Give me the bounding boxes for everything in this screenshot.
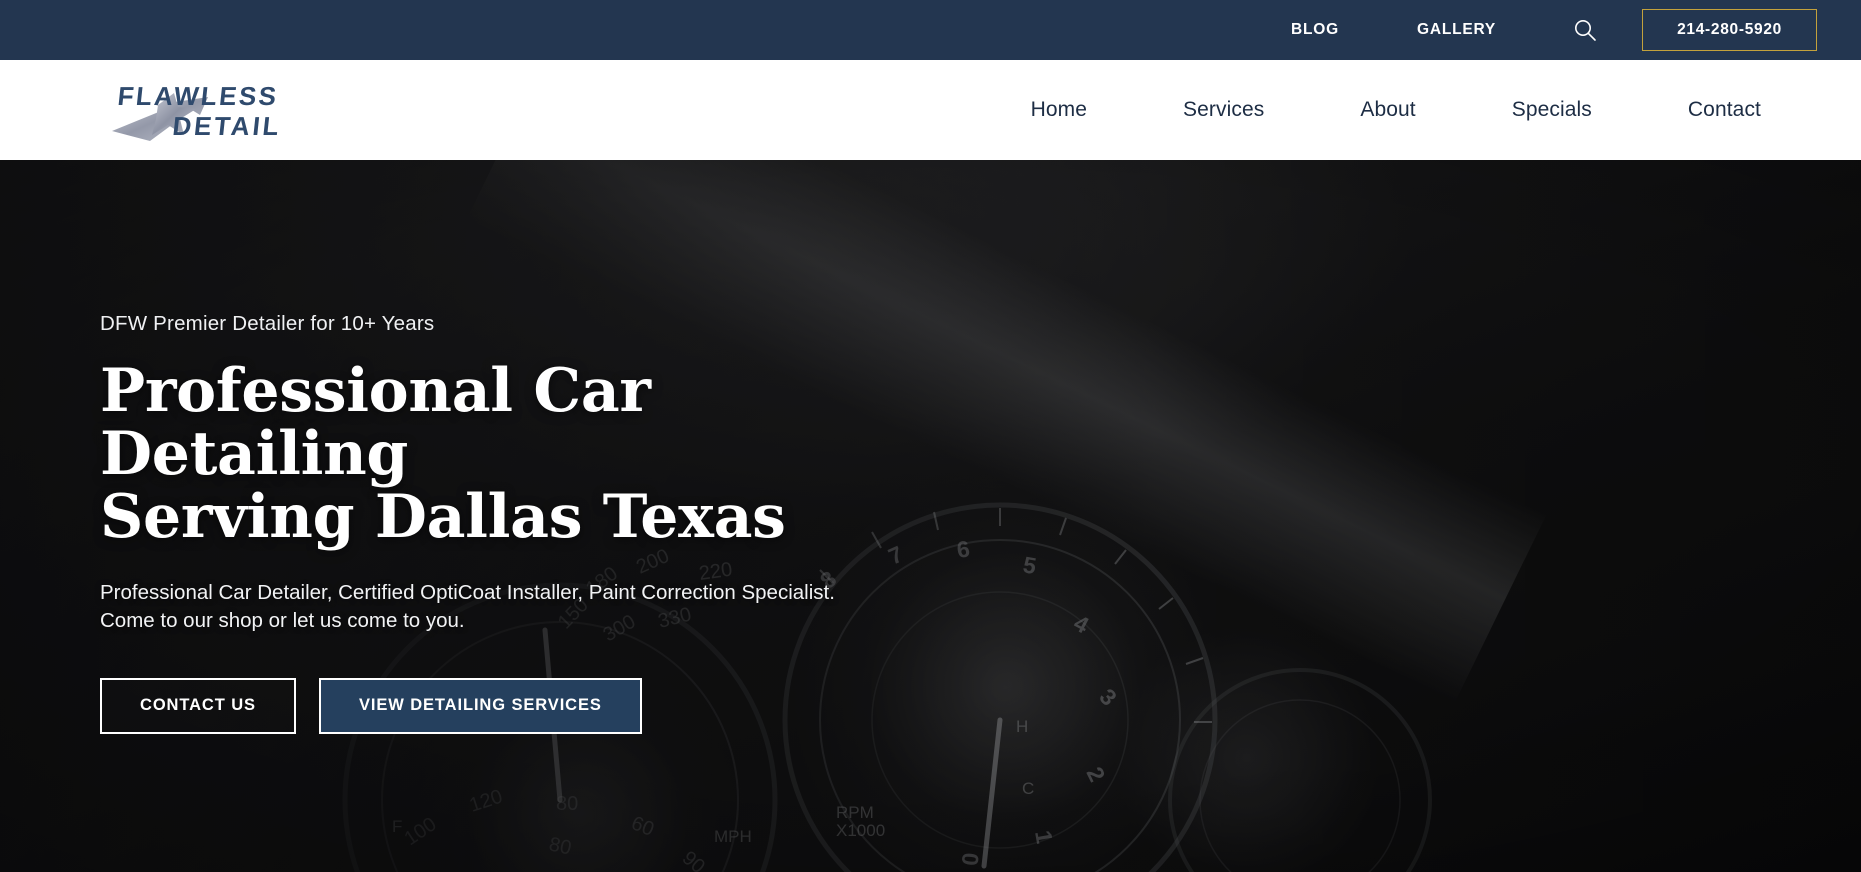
nav-item-about[interactable]: About — [1312, 98, 1463, 122]
star-swoosh-icon: FLAWLESS DETAIL — [104, 75, 334, 145]
search-button[interactable] — [1572, 17, 1598, 43]
hero-title-line-1: Professional Car Detailing — [100, 356, 651, 489]
hero-title: Professional Car Detailing Serving Dalla… — [100, 360, 900, 549]
search-icon — [1572, 17, 1598, 43]
site-header: FLAWLESS DETAIL Home Services About Spec… — [0, 60, 1861, 160]
nav-item-services[interactable]: Services — [1135, 98, 1312, 122]
logo-link[interactable]: FLAWLESS DETAIL — [104, 75, 334, 145]
hero-section: 8 7 6 5 4 3 2 1 0 100 120 80 60 90 150 1… — [0, 160, 1861, 872]
nav-item-home[interactable]: Home — [983, 98, 1135, 122]
main-navigation: Home Services About Specials Contact — [983, 98, 1813, 122]
hero-content: DFW Premier Detailer for 10+ Years Profe… — [0, 160, 900, 734]
svg-text:FLAWLESS: FLAWLESS — [116, 81, 280, 111]
hero-eyebrow: DFW Premier Detailer for 10+ Years — [100, 312, 435, 335]
nav-item-specials[interactable]: Specials — [1464, 98, 1640, 122]
topbar-link-blog[interactable]: BLOG — [1291, 21, 1339, 39]
contact-us-button[interactable]: CONTACT US — [100, 677, 296, 734]
hero-cta-row: CONTACT US VIEW DETAILING SERVICES — [100, 677, 900, 734]
topbar-link-gallery[interactable]: GALLERY — [1417, 21, 1496, 39]
view-detailing-services-button[interactable]: VIEW DETAILING SERVICES — [318, 677, 642, 734]
nav-item-contact[interactable]: Contact — [1640, 98, 1761, 122]
hero-title-line-2: Serving Dallas Texas — [100, 482, 786, 552]
phone-number-button[interactable]: 214-280-5920 — [1642, 9, 1817, 51]
svg-text:DETAIL: DETAIL — [171, 111, 283, 141]
hero-subtitle: Professional Car Detailer, Certified Opt… — [100, 581, 835, 633]
top-utility-bar: BLOG GALLERY 214-280-5920 — [0, 0, 1861, 60]
